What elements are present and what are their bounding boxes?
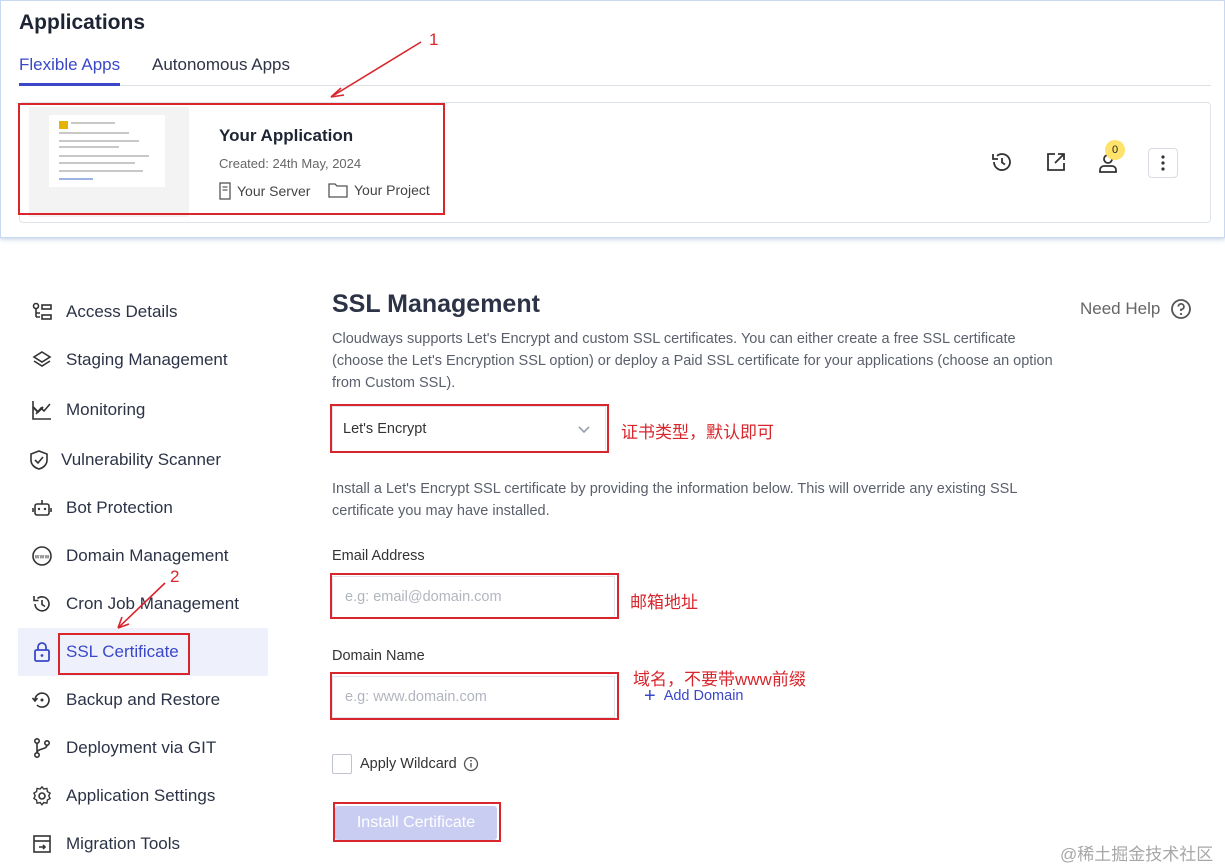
tab-autonomous-apps[interactable]: Autonomous Apps	[152, 55, 290, 86]
annotation-marker-2: 2	[170, 567, 180, 586]
shield-scan-icon	[30, 450, 48, 470]
install-certificate-button[interactable]: Install Certificate	[335, 806, 497, 840]
watermark: @稀土掘金技术社区	[1060, 845, 1214, 864]
email-field[interactable]	[332, 576, 615, 618]
sidebar-item-label: Application Settings	[66, 786, 216, 805]
applications-panel: Applications Flexible Apps Autonomous Ap…	[0, 0, 1225, 238]
history-icon[interactable]	[990, 150, 1014, 174]
need-help-link[interactable]: Need Help	[1080, 298, 1192, 320]
app-server-label: Your Server	[237, 183, 311, 199]
server-icon	[219, 182, 231, 200]
sidebar-item-label: Vulnerability Scanner	[61, 450, 222, 469]
more-vertical-icon	[1161, 155, 1165, 171]
apply-wildcard-checkbox[interactable]	[332, 754, 352, 774]
sidebar-item-backup-and-restore[interactable]: Backup and Restore	[18, 676, 268, 724]
domain-label: Domain Name	[332, 648, 425, 664]
sidebar-item-vulnerability-scanner[interactable]: Vulnerability Scanner	[18, 436, 268, 484]
robot-icon	[32, 500, 52, 516]
certificate-type-value: Let's Encrypt	[343, 421, 427, 437]
sidebar-item-monitoring[interactable]: Monitoring	[18, 386, 268, 434]
chevron-down-icon	[578, 426, 590, 434]
external-link-icon[interactable]	[1044, 150, 1068, 174]
app-project-label: Your Project	[354, 182, 430, 198]
svg-text:www: www	[35, 554, 50, 561]
apply-wildcard-label: Apply Wildcard	[360, 756, 457, 772]
help-circle-icon	[1171, 299, 1192, 319]
history-icon	[33, 596, 50, 612]
info-icon[interactable]	[463, 756, 479, 772]
sidebar-item-label: Monitoring	[66, 400, 146, 419]
notification-badge: 0	[1105, 140, 1125, 160]
annotation-note-cert-type: 证书类型，默认即可	[621, 423, 774, 442]
sidebar-item-label: Migration Tools	[66, 834, 181, 853]
need-help-label: Need Help	[1080, 299, 1161, 318]
annotation-arrow-2	[117, 582, 166, 629]
annotation-note-email: 邮箱地址	[630, 593, 698, 612]
sidebar-item-migration-tools[interactable]: Migration Tools	[18, 820, 268, 868]
section-title: SSL Management	[332, 290, 540, 318]
chevron-down-icon[interactable]	[31, 405, 45, 415]
layers-icon	[32, 351, 52, 367]
access-details-icon	[32, 302, 52, 320]
sidebar-item-staging-management[interactable]: Staging Management	[18, 336, 268, 384]
sidebar-item-access-details[interactable]: Access Details	[18, 288, 268, 336]
certificate-type-select[interactable]: Let's Encrypt	[332, 406, 606, 452]
sidebar-item-bot-protection[interactable]: Bot Protection	[18, 484, 268, 532]
annotation-marker-1: 1	[429, 30, 439, 49]
app-thumbnail	[29, 107, 189, 217]
add-domain-button[interactable]: + Add Domain	[644, 685, 744, 707]
sidebar-item-application-settings[interactable]: Application Settings	[18, 772, 268, 820]
add-domain-label: Add Domain	[663, 688, 744, 704]
backup-icon	[31, 692, 50, 708]
sidebar-item-label: Backup and Restore	[66, 690, 221, 709]
sidebar-item-deployment-via-git[interactable]: Deployment via GIT	[18, 724, 268, 772]
www-icon: www	[32, 546, 52, 566]
application-card[interactable]: Your Application Created: 24th May, 2024…	[19, 102, 1211, 223]
sidebar-item-label: Staging Management	[66, 350, 228, 369]
gear-icon	[32, 785, 51, 806]
ssl-description: Cloudways supports Let's Encrypt and cus…	[332, 331, 1053, 391]
app-server[interactable]: Your Server	[219, 182, 310, 200]
tab-flexible-apps[interactable]: Flexible Apps	[19, 55, 121, 86]
email-label: Email Address	[332, 548, 425, 564]
more-options-button[interactable]	[1148, 148, 1178, 178]
app-name[interactable]: Your Application	[219, 126, 353, 146]
apply-wildcard-option[interactable]: Apply Wildcard	[332, 754, 479, 774]
page-title: Applications	[19, 11, 146, 34]
sidebar-item-label: SSL Certificate	[66, 642, 179, 661]
sidebar-item-label: Deployment via GIT	[66, 738, 217, 757]
sidebar-item-domain-management[interactable]: www Domain Management	[18, 532, 268, 580]
lock-icon	[34, 642, 50, 662]
sidebar-item-label: Bot Protection	[66, 498, 173, 517]
folder-icon	[328, 183, 348, 198]
annotation-arrow-1	[330, 41, 422, 98]
sidebar-item-ssl-certificate[interactable]: SSL Certificate	[18, 628, 268, 676]
app-created-date: Created: 24th May, 2024	[219, 156, 362, 171]
migration-icon	[33, 835, 51, 853]
annotation-note-domain: 域名，不要带www前缀	[633, 670, 806, 689]
sidebar-item-label: Domain Management	[66, 546, 229, 565]
git-branch-icon	[33, 737, 51, 759]
plus-icon: +	[644, 685, 656, 707]
install-description: Install a Let's Encrypt SSL certificate …	[332, 481, 1017, 519]
app-tabs: Flexible Apps Autonomous Apps	[19, 55, 1211, 86]
app-project[interactable]: Your Project	[328, 182, 430, 198]
domain-field[interactable]	[332, 676, 615, 718]
sidebar-item-label: Access Details	[66, 302, 178, 321]
